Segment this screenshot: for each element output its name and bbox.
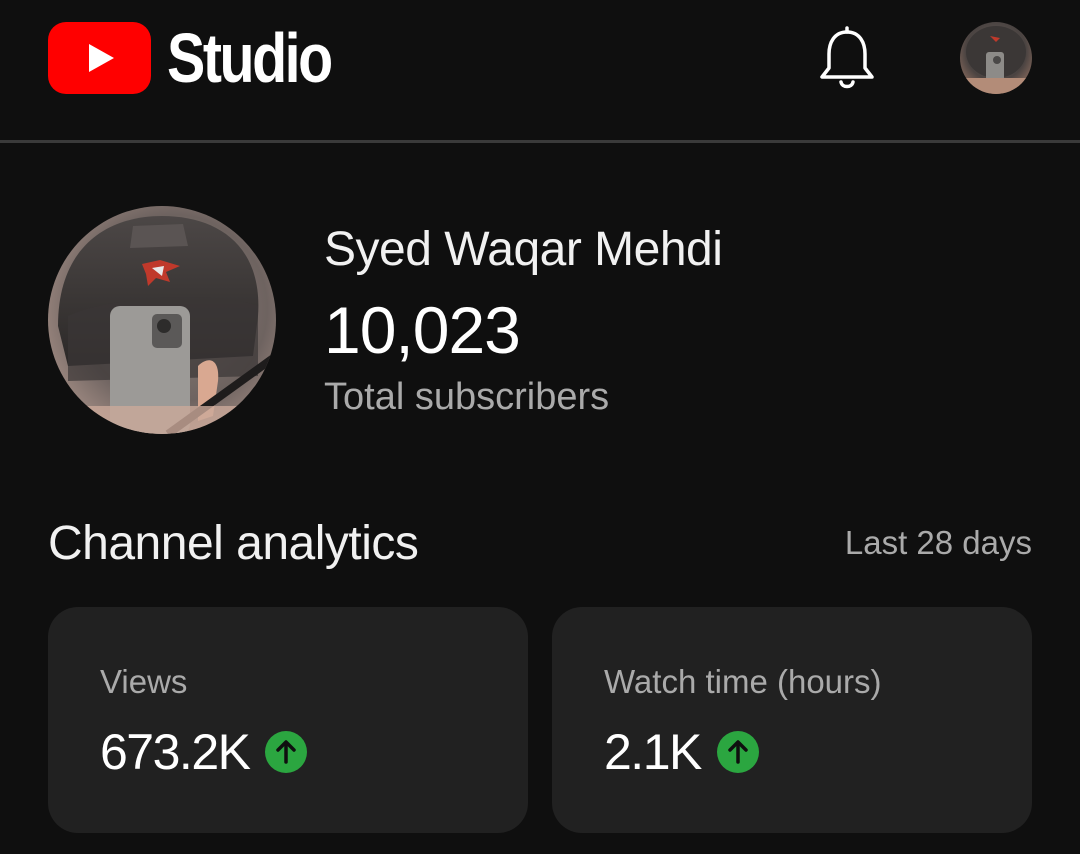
youtube-play-icon [48,22,151,94]
subscriber-label: Total subscribers [324,376,610,418]
card-value: 673.2K [100,724,251,780]
period-label: Last 28 days [844,524,1032,561]
studio-logo[interactable]: Studio [48,22,367,94]
avatar-image [960,22,1032,94]
top-app-bar: Studio [0,0,1080,143]
watch-time-card[interactable]: Watch time (hours) 2.1K [552,607,1032,833]
bell-icon[interactable] [817,26,877,92]
views-card[interactable]: Views 673.2K [48,607,528,833]
app-name: Studio [167,19,333,97]
arrow-up-icon [265,731,308,773]
card-value: 2.1K [604,724,702,780]
avatar[interactable] [960,22,1032,94]
channel-name: Syed Waqar Mehdi [324,223,723,276]
card-value-row: 2.1K [604,723,759,781]
channel-avatar-image [48,206,276,434]
subscriber-count: 10,023 [324,293,521,367]
arrow-up-icon [716,731,759,773]
studio-app: Studio Syed Waqar Mehdi 10,023 Total sub… [0,0,1080,854]
card-label: Views [100,663,188,700]
card-label: Watch time (hours) [604,663,882,700]
channel-avatar[interactable] [48,206,276,434]
section-title: Channel analytics [48,517,419,570]
card-value-row: 673.2K [100,723,308,781]
